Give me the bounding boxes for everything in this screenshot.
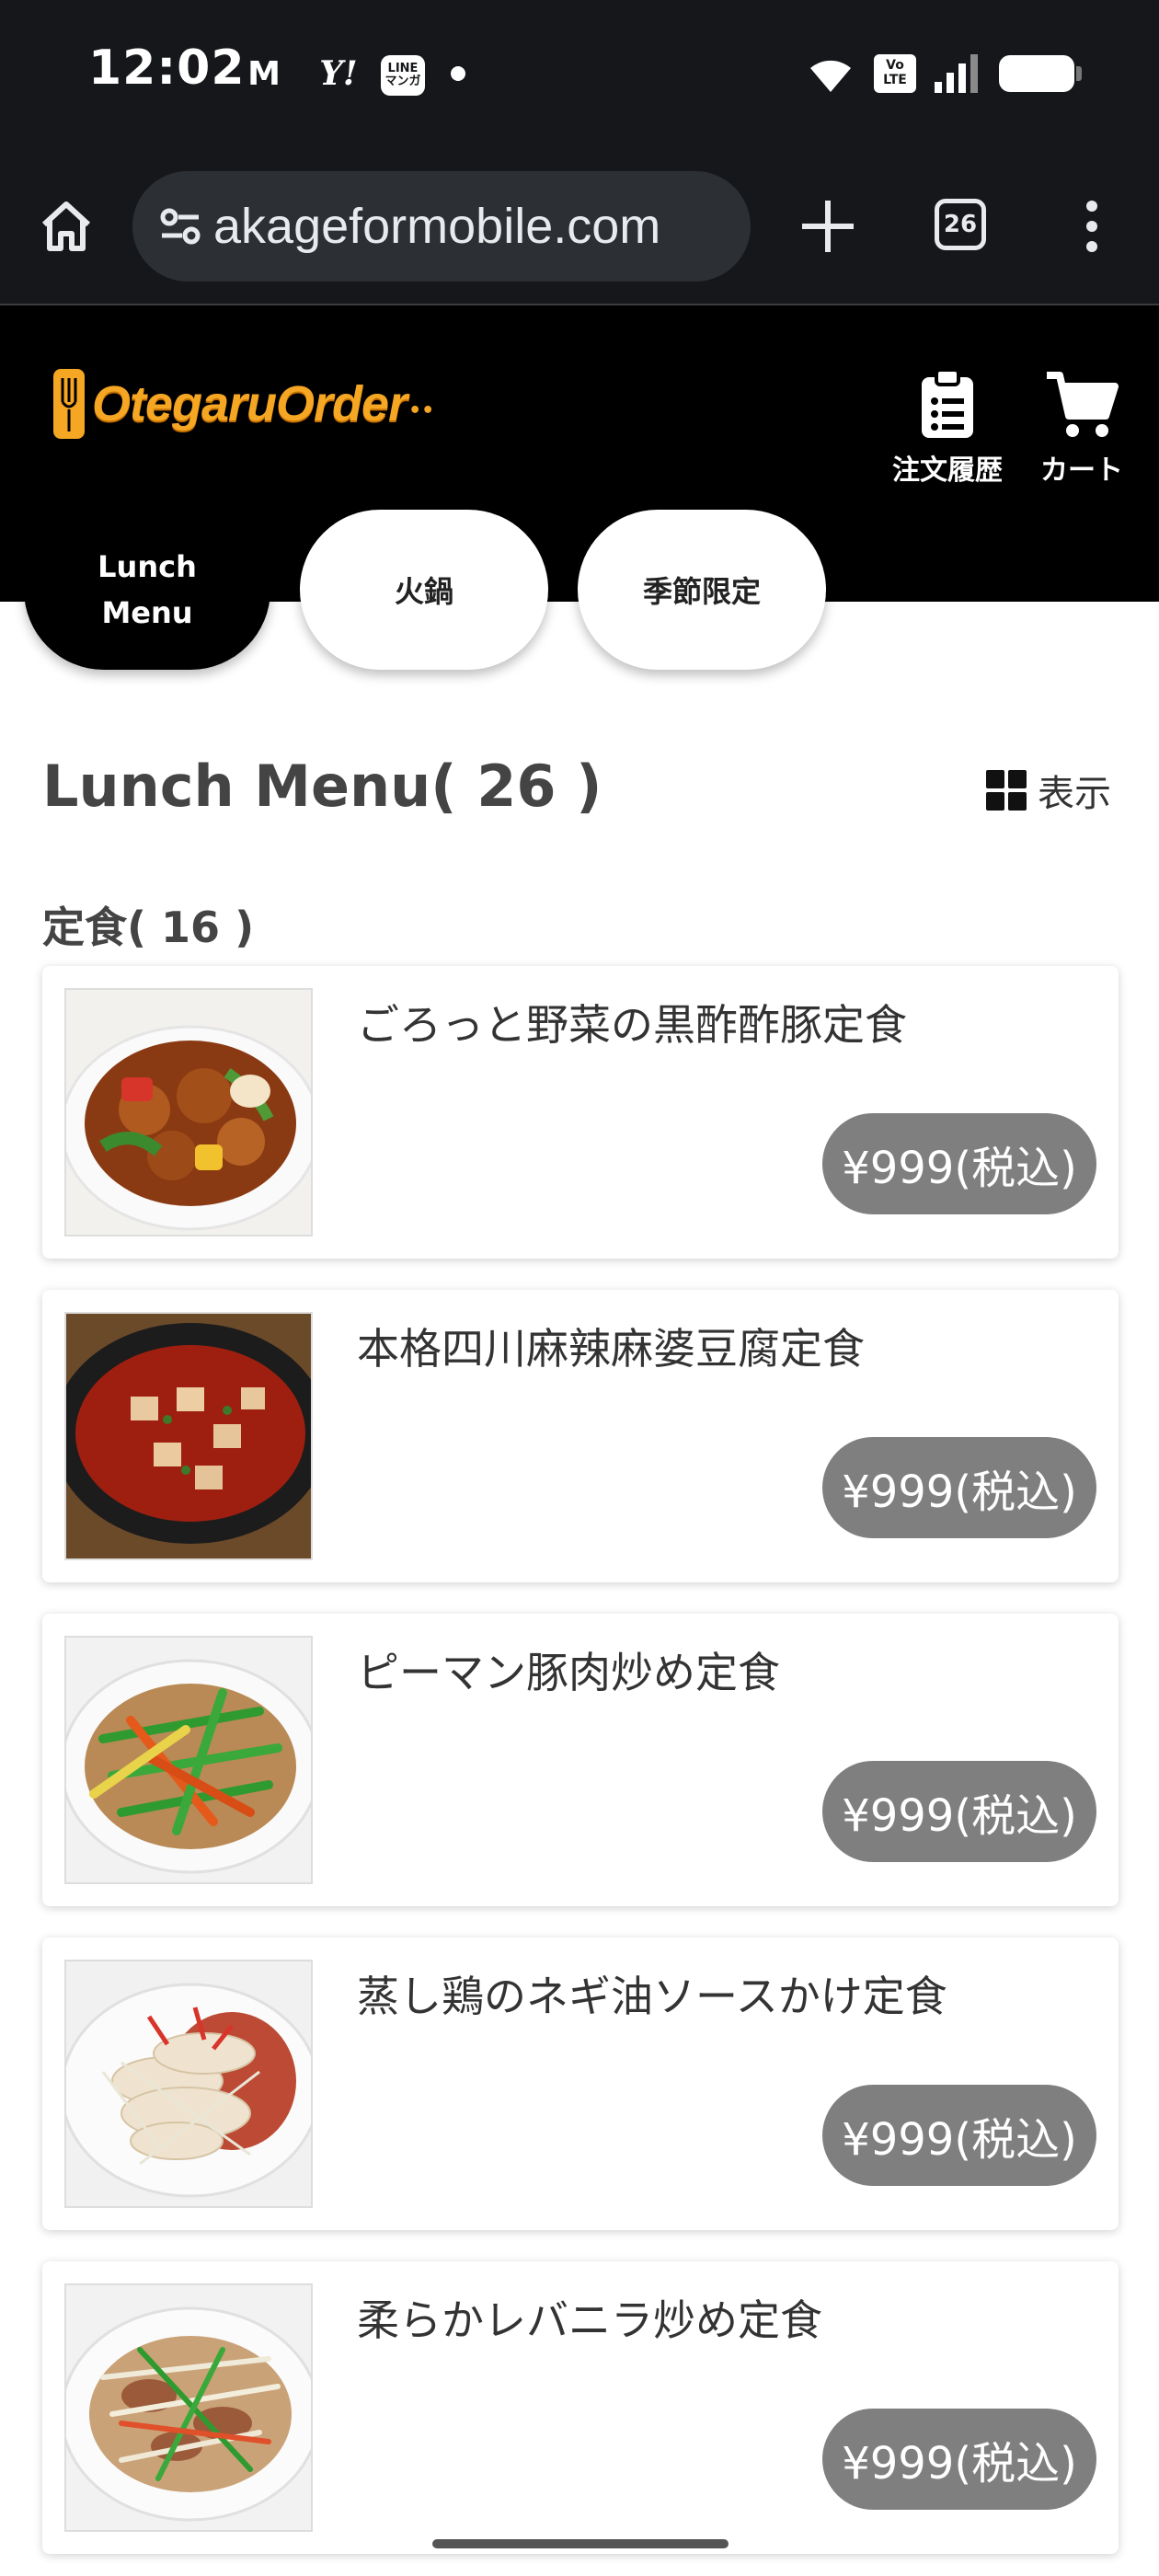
view-toggle-label: 表示 [1038,773,1111,815]
tab-seasonal[interactable]: 季節限定 [578,510,826,670]
dish-photo [64,988,313,1236]
status-bar: 12:02 M Y! LINE マンガ Vo LTE [0,0,1159,147]
section-title: 定食( 16 ) [42,903,255,952]
tab-switcher-button[interactable]: 26 [935,199,986,250]
item-name: 本格四川麻辣麻婆豆腐定食 [357,1324,865,1374]
browser-toolbar: akageformobile.com 26 [0,147,1159,305]
menu-item-card[interactable]: ごろっと野菜の黒酢酢豚定食 ¥999(税込) [42,966,1119,1259]
logo-text: OtegaruOrder [92,376,407,431]
price-button[interactable]: ¥999(税込) [822,2085,1096,2186]
url-text[interactable]: akageformobile.com [213,198,660,255]
order-history-label: 注文履歴 [892,454,1003,487]
volte-icon: Vo LTE [874,54,916,93]
menu-item-card[interactable]: ピーマン豚肉炒め定食 ¥999(税込) [42,1614,1119,1906]
price-button[interactable]: ¥999(税込) [822,2409,1096,2510]
menu-item-card[interactable]: 柔らかレバニラ炒め定食 ¥999(税込) [42,2261,1119,2554]
system-indicators: Vo LTE [806,48,1082,99]
address-bar[interactable]: akageformobile.com [132,171,751,282]
clock: 12:02 [88,40,246,96]
line-manga-icon: LINE マンガ [381,55,425,96]
tab-hotpot[interactable]: 火鍋 [300,510,548,670]
home-icon[interactable] [37,197,96,256]
item-name: ごろっと野菜の黒酢酢豚定食 [357,1000,907,1050]
cart-label: カート [1040,454,1123,487]
item-name: ピーマン豚肉炒め定食 [357,1648,780,1697]
cart-icon [1047,372,1119,437]
dish-photo [64,1960,313,2208]
gesture-nav-handle[interactable] [432,2539,729,2548]
new-tab-icon[interactable] [793,191,863,261]
price-button[interactable]: ¥999(税込) [822,1437,1096,1538]
view-toggle-button[interactable]: 表示 [986,764,1111,817]
logo-dots: •• [408,398,435,422]
dish-photo [64,1636,313,1884]
item-name: 蒸し鶏のネギ油ソースかけ定食 [357,1972,947,2021]
signal-icon [935,54,978,93]
cart-button[interactable]: カート [1027,368,1137,488]
more-notifications-dot-icon [451,66,465,81]
menu-item-card[interactable]: 本格四川麻辣麻婆豆腐定食 ¥999(税込) [42,1290,1119,1582]
price-button[interactable]: ¥999(税込) [822,1113,1096,1214]
battery-icon [999,55,1082,92]
menu-item-card[interactable]: 蒸し鶏のネギ油ソースかけ定食 ¥999(税込) [42,1938,1119,2230]
brand-logo[interactable]: OtegaruOrder •• [52,364,434,443]
tab-lunch-menu[interactable]: Lunch Menu [24,510,270,670]
wifi-icon [810,60,851,92]
clipboard-list-icon [922,368,973,438]
dish-photo [64,1312,313,1560]
yahoo-icon: Y! [319,54,358,93]
gmail-icon: M [247,54,281,93]
price-button[interactable]: ¥999(税込) [822,1761,1096,1862]
site-settings-icon[interactable] [153,199,208,254]
order-history-button[interactable]: 注文履歴 [883,368,1012,488]
fork-glass-icon [53,369,85,439]
menu-title: Lunch Menu( 26 ) [42,753,602,820]
dish-photo [64,2283,313,2532]
more-menu-icon[interactable] [1078,199,1106,254]
item-name: 柔らかレバニラ炒め定食 [357,2295,822,2345]
grid-view-icon [986,770,1027,811]
